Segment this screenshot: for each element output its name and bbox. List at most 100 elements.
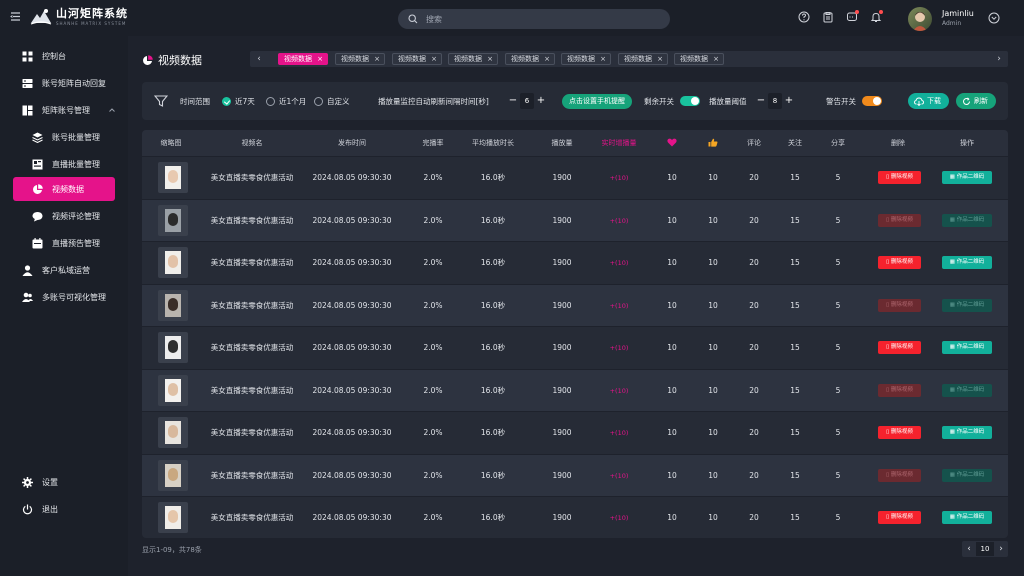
comment-count: 20	[749, 513, 759, 522]
video-thumbnail[interactable]	[158, 204, 188, 236]
sidebar-item-label: 多账号可视化管理	[42, 292, 106, 302]
completion-rate: 2.0%	[423, 385, 443, 395]
page-prev-icon[interactable]: ‹	[962, 544, 976, 554]
delete-video-button[interactable]: ▯ 删除视频	[878, 171, 921, 184]
close-icon[interactable]: ×	[657, 54, 663, 64]
refresh-interval-value[interactable]: 6	[520, 93, 534, 109]
download-wrap: 下载	[908, 82, 949, 120]
sidebar-item-batch-accounts[interactable]: 账号批量管理	[0, 125, 128, 149]
threshold-value[interactable]: 8	[768, 93, 782, 109]
sidebar-item-auto-reply[interactable]: 账号矩阵自动回复	[0, 71, 128, 95]
delete-video-button[interactable]: ▯ 删除视频	[878, 511, 921, 524]
sidebar-item-settings[interactable]: 设置	[0, 470, 128, 494]
remain-switch[interactable]	[680, 82, 700, 120]
bell-icon[interactable]	[870, 10, 883, 23]
qr-code-button[interactable]: ▦ 作品二维码	[942, 468, 992, 482]
video-thumbnail[interactable]	[158, 374, 188, 406]
refresh-button[interactable]: 刷新	[956, 93, 996, 109]
message-icon[interactable]	[846, 10, 859, 23]
phone-alert-button[interactable]: 点击设置手机提醒	[562, 82, 632, 120]
search-input[interactable]: 搜索	[398, 9, 670, 29]
close-icon[interactable]: ×	[487, 54, 493, 64]
tab-video-data-5[interactable]: 视频数据 ×	[505, 53, 555, 65]
video-thumbnail[interactable]	[158, 332, 188, 363]
tab-video-data-3[interactable]: 视频数据 ×	[392, 53, 442, 65]
video-thumbnail[interactable]	[158, 289, 188, 321]
delete-video-button[interactable]: ▯ 删除视频	[878, 426, 921, 439]
sidebar-item-label: 视频评论管理	[52, 211, 100, 221]
plus-icon[interactable]: +	[782, 93, 796, 109]
sidebar-item-live-preview[interactable]: 直播预告管理	[0, 231, 128, 255]
delete-video-button[interactable]: ▯ 删除视频	[878, 213, 921, 227]
sidebar-item-private-ops[interactable]: 客户私域运营	[0, 258, 128, 282]
play-count: 1900	[552, 300, 572, 310]
video-thumbnail[interactable]	[158, 502, 188, 533]
page-next-icon[interactable]: ›	[994, 544, 1008, 554]
close-icon[interactable]: ×	[713, 54, 719, 64]
help-icon[interactable]	[798, 11, 810, 23]
sidebar-item-video-data[interactable]: 视频数据	[13, 177, 115, 201]
video-thumbnail[interactable]	[158, 459, 188, 491]
plus-icon[interactable]: +	[534, 93, 548, 109]
radio-1month[interactable]: 近1个月	[266, 82, 306, 120]
close-icon[interactable]: ×	[317, 54, 323, 64]
radio-7days[interactable]: 近7天	[222, 82, 255, 120]
download-button[interactable]: 下载	[908, 93, 949, 109]
sidebar-item-multi-account[interactable]: 多账号可视化管理	[0, 285, 128, 309]
minus-icon[interactable]: −	[506, 93, 520, 109]
delete-video-button[interactable]: ▯ 删除视频	[878, 341, 921, 354]
avatar[interactable]	[908, 7, 932, 31]
page-size[interactable]: 10	[976, 542, 994, 556]
sidebar-item-logout[interactable]: 退出	[0, 497, 128, 521]
qr-code-button[interactable]: ▦ 作品二维码	[942, 256, 992, 269]
qr-code-button[interactable]: ▦ 作品二维码	[942, 171, 992, 184]
warn-switch[interactable]	[862, 82, 882, 120]
sidebar-item-batch-live[interactable]: 直播批量管理	[0, 152, 128, 176]
qr-code-button[interactable]: ▦ 作品二维码	[942, 383, 992, 397]
close-icon[interactable]: ×	[600, 54, 606, 64]
menu-toggle-icon[interactable]	[10, 11, 21, 22]
avg-duration: 16.0秒	[480, 173, 506, 182]
minus-icon[interactable]: −	[754, 93, 768, 109]
qr-code-button[interactable]: ▦ 作品二维码	[942, 213, 992, 227]
video-thumbnail[interactable]	[158, 247, 188, 278]
qr-code-button[interactable]: ▦ 作品二维码	[942, 426, 992, 439]
radio-custom[interactable]: 自定义	[314, 82, 350, 120]
play-count: 1900	[552, 428, 572, 437]
tab-prev-icon[interactable]: ‹	[250, 51, 268, 67]
follow-count: 15	[790, 173, 800, 182]
tab-video-data-1[interactable]: 视频数据 ×	[278, 53, 328, 65]
close-icon[interactable]: ×	[544, 54, 550, 64]
sidebar-item-label: 视频数据	[52, 184, 84, 194]
qr-code-button[interactable]: ▦ 作品二维码	[942, 298, 992, 312]
live-icon	[32, 159, 43, 169]
table-row: 美女直播卖零食优惠活动 2024.08.05 09:30:30 2.0% 16.0秒 1…	[142, 198, 1008, 241]
qr-code-button[interactable]: ▦ 作品二维码	[942, 341, 992, 354]
filter-icon[interactable]	[154, 94, 168, 108]
video-thumbnail[interactable]	[158, 162, 188, 193]
growth-count: +(10)	[609, 301, 629, 310]
close-icon[interactable]: ×	[431, 54, 437, 64]
sidebar-item-video-comments[interactable]: 视频评论管理	[0, 204, 128, 228]
delete-video-button[interactable]: ▯ 删除视频	[878, 383, 921, 397]
delete-video-button[interactable]: ▯ 删除视频	[878, 468, 921, 482]
tab-video-data-6[interactable]: 视频数据 ×	[561, 53, 611, 65]
video-name: 美女直播卖零食优惠活动	[210, 215, 294, 225]
tab-video-data-2[interactable]: 视频数据 ×	[335, 53, 385, 65]
sidebar-item-matrix-accounts[interactable]: 矩阵账号管理	[0, 98, 128, 122]
logo: 山河矩阵系统 SHANHE MATRIX SYSTEM	[30, 7, 128, 27]
tab-next-icon[interactable]: ›	[990, 51, 1008, 67]
message-badge	[855, 10, 859, 14]
tab-video-data-8[interactable]: 视频数据 ×	[674, 53, 724, 65]
qr-code-button[interactable]: ▦ 作品二维码	[942, 511, 992, 524]
chevron-down-icon[interactable]	[988, 12, 1000, 24]
close-icon[interactable]: ×	[374, 54, 380, 64]
clipboard-icon[interactable]	[822, 11, 834, 23]
sidebar-item-dashboard[interactable]: 控制台	[0, 44, 128, 68]
delete-label: 删除视频	[890, 514, 913, 520]
delete-video-button[interactable]: ▯ 删除视频	[878, 298, 921, 312]
tab-video-data-7[interactable]: 视频数据 ×	[618, 53, 668, 65]
video-thumbnail[interactable]	[158, 417, 188, 448]
delete-video-button[interactable]: ▯ 删除视频	[878, 256, 921, 269]
tab-video-data-4[interactable]: 视频数据 ×	[448, 53, 498, 65]
